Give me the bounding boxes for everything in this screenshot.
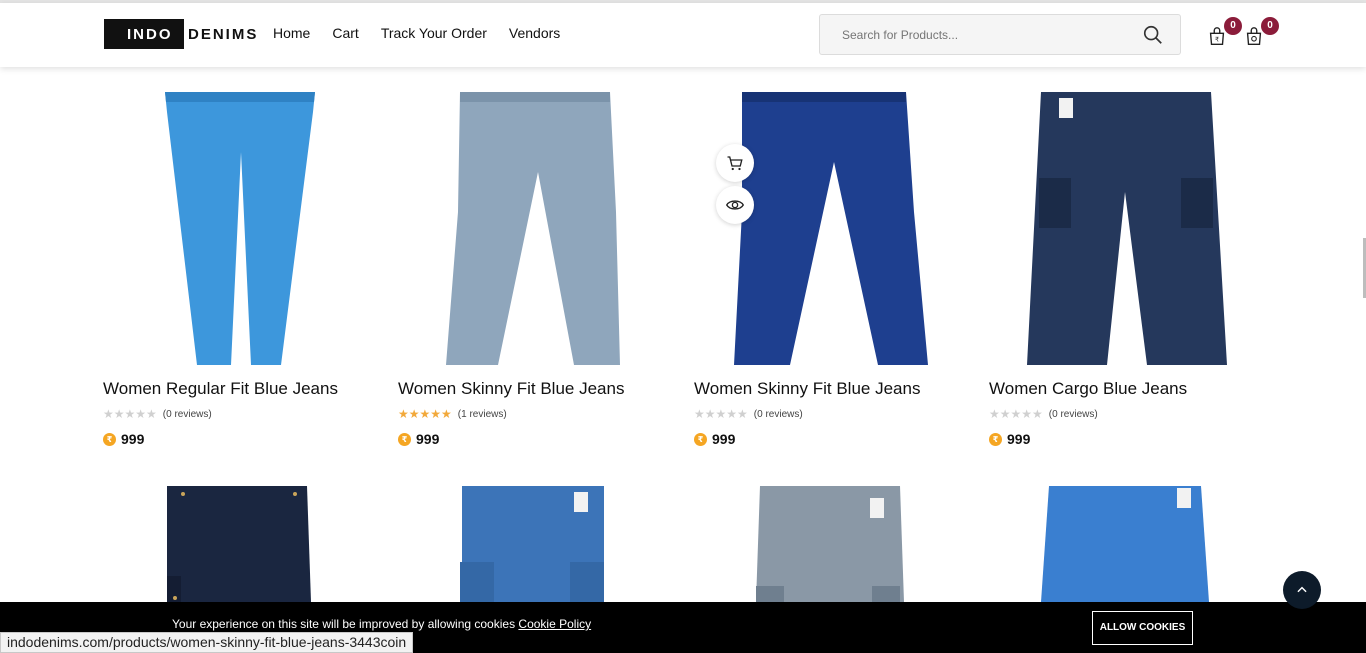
search-box — [819, 14, 1181, 55]
eye-icon — [726, 200, 744, 210]
product-name[interactable]: Women Regular Fit Blue Jeans — [103, 379, 377, 399]
wishlist-count-badge: 0 — [1224, 17, 1242, 35]
jeans-image — [1041, 486, 1209, 602]
nav-vendors[interactable]: Vendors — [509, 25, 560, 41]
back-to-top-button[interactable] — [1283, 571, 1321, 609]
rating-stars-icon: ★★★★★ — [103, 407, 157, 421]
jeans-image — [446, 92, 620, 365]
product-price: ₹ 999 — [398, 431, 672, 447]
jeans-image — [167, 486, 311, 602]
nav-cart[interactable]: Cart — [332, 25, 358, 41]
price-value: 999 — [416, 431, 440, 447]
rating-stars-icon: ★★★★★ — [398, 407, 452, 421]
product-card-row2-2[interactable] — [398, 486, 672, 602]
jeans-image — [460, 486, 604, 602]
product-name[interactable]: Women Cargo Blue Jeans — [989, 379, 1263, 399]
review-count: (0 reviews) — [162, 408, 212, 420]
jeans-image — [1027, 92, 1227, 365]
product-image[interactable] — [103, 92, 377, 365]
product-card-row2-4[interactable] — [989, 486, 1263, 602]
product-rating: ★★★★★ (0 reviews) — [103, 407, 377, 421]
cookie-message: Your experience on this site will be imp… — [172, 617, 591, 631]
price-value: 999 — [1007, 431, 1031, 447]
product-image[interactable] — [398, 92, 672, 365]
price-value: 999 — [712, 431, 736, 447]
review-count: (0 reviews) — [1048, 408, 1098, 420]
jeans-image — [734, 92, 928, 365]
cart-count-badge: 0 — [1261, 17, 1279, 35]
allow-cookies-button[interactable]: ALLOW COOKIES — [1092, 611, 1193, 645]
product-card-row2-1[interactable] — [103, 486, 377, 602]
product-rating: ★★★★★ (0 reviews) — [694, 407, 968, 421]
jeans-image — [165, 92, 315, 365]
main-nav: Home Cart Track Your Order Vendors — [273, 25, 560, 41]
cookie-text: Your experience on this site will be imp… — [172, 617, 516, 631]
product-price: ₹ 999 — [103, 431, 377, 447]
search-icon[interactable] — [1142, 24, 1164, 46]
product-card[interactable]: Women Cargo Blue Jeans ★★★★★ (0 reviews)… — [989, 92, 1263, 447]
product-rating: ★★★★★ (0 reviews) — [989, 407, 1263, 421]
site-logo[interactable]: INDO DENIMS — [104, 19, 258, 49]
nav-track-order[interactable]: Track Your Order — [381, 25, 487, 41]
logo-box-text: INDO — [104, 19, 184, 49]
cookie-policy-link[interactable]: Cookie Policy — [518, 617, 591, 631]
price-value: 999 — [121, 431, 145, 447]
coin-icon: ₹ — [989, 432, 1002, 446]
nav-home[interactable]: Home — [273, 25, 310, 41]
rating-stars-icon: ★★★★★ — [989, 407, 1043, 421]
coin-icon: ₹ — [694, 432, 707, 446]
add-to-cart-button[interactable] — [716, 144, 754, 182]
status-bar-url: indodenims.com/products/women-skinny-fit… — [0, 632, 414, 653]
product-price: ₹ 999 — [989, 431, 1263, 447]
cart-icon — [727, 156, 743, 171]
site-header: INDO DENIMS Home Cart Track Your Order V… — [0, 3, 1366, 67]
search-input[interactable] — [820, 27, 1130, 42]
logo-text: DENIMS — [188, 25, 259, 43]
product-image[interactable] — [989, 92, 1263, 365]
product-card[interactable]: Women Regular Fit Blue Jeans ★★★★★ (0 re… — [103, 92, 377, 447]
coin-icon: ₹ — [398, 432, 411, 446]
product-image[interactable] — [694, 92, 968, 365]
cart-button[interactable]: 0 — [1243, 17, 1279, 49]
product-price: ₹ 999 — [694, 431, 968, 447]
review-count: (0 reviews) — [753, 408, 803, 420]
product-card[interactable]: Women Skinny Fit Blue Jeans ★★★★★ (1 rev… — [398, 92, 672, 447]
product-name[interactable]: Women Skinny Fit Blue Jeans — [398, 379, 672, 399]
product-card[interactable]: Women Skinny Fit Blue Jeans ★★★★★ (0 rev… — [694, 92, 968, 447]
product-card-row2-3[interactable] — [694, 486, 968, 602]
rating-stars-icon: ★★★★★ — [694, 407, 748, 421]
jeans-image — [756, 486, 904, 602]
review-count: (1 reviews) — [457, 408, 507, 420]
svg-text:₹: ₹ — [1215, 36, 1219, 44]
coin-icon: ₹ — [103, 432, 116, 446]
quick-view-button[interactable] — [716, 186, 754, 224]
wishlist-button[interactable]: ₹ 0 — [1206, 17, 1242, 49]
product-rating: ★★★★★ (1 reviews) — [398, 407, 672, 421]
product-name[interactable]: Women Skinny Fit Blue Jeans — [694, 379, 968, 399]
chevron-up-icon — [1297, 586, 1307, 593]
